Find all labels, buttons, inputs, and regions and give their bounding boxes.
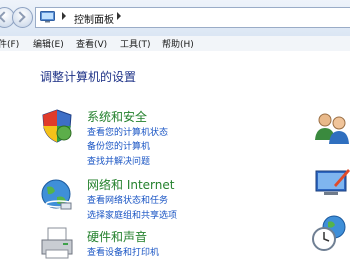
breadcrumb-control-panel[interactable]: 控制面板 (74, 11, 114, 26)
category-title-network-internet[interactable]: 网络和 Internet (87, 176, 174, 193)
appearance-icon[interactable] (314, 165, 350, 201)
network-globe-icon[interactable] (39, 177, 75, 213)
forward-button[interactable] (12, 7, 33, 28)
menu-file[interactable]: 件(F) (0, 37, 19, 50)
category-title-hardware-sound[interactable]: 硬件和声音 (87, 228, 147, 245)
shield-icon[interactable] (39, 108, 75, 144)
forward-arrow-icon (14, 11, 26, 23)
address-bar: 控制面板 (0, 0, 350, 36)
printer-icon[interactable] (39, 226, 75, 260)
back-arrow-icon (0, 11, 10, 23)
link-homegroup-sharing[interactable]: 选择家庭组和共享选项 (87, 208, 177, 221)
page-title: 调整计算机的设置 (40, 70, 137, 84)
link-view-devices-printers[interactable]: 查看设备和打印机 (87, 245, 159, 258)
breadcrumb-separator-icon[interactable] (117, 12, 121, 20)
user-accounts-icon[interactable] (314, 110, 350, 146)
address-input[interactable]: 控制面板 (35, 7, 350, 28)
link-view-computer-status[interactable]: 查看您的计算机状态 (87, 125, 168, 138)
menu-edit[interactable]: 编辑(E) (33, 37, 64, 50)
category-title-system-security[interactable]: 系统和安全 (87, 108, 147, 125)
link-find-fix-problems[interactable]: 查找并解决问题 (87, 154, 150, 167)
link-backup-computer[interactable]: 备份您的计算机 (87, 139, 150, 152)
menu-view[interactable]: 查看(V) (76, 37, 107, 50)
breadcrumb-separator-icon[interactable] (62, 12, 66, 20)
control-panel-icon (40, 11, 55, 23)
link-view-network-status[interactable]: 查看网络状态和任务 (87, 193, 168, 206)
menu-help[interactable]: 帮助(H) (162, 37, 194, 50)
clock-globe-icon[interactable] (312, 215, 348, 251)
menu-bar: 件(F) 编辑(E) 查看(V) 工具(T) 帮助(H) (0, 36, 350, 51)
menu-tools[interactable]: 工具(T) (120, 37, 151, 50)
